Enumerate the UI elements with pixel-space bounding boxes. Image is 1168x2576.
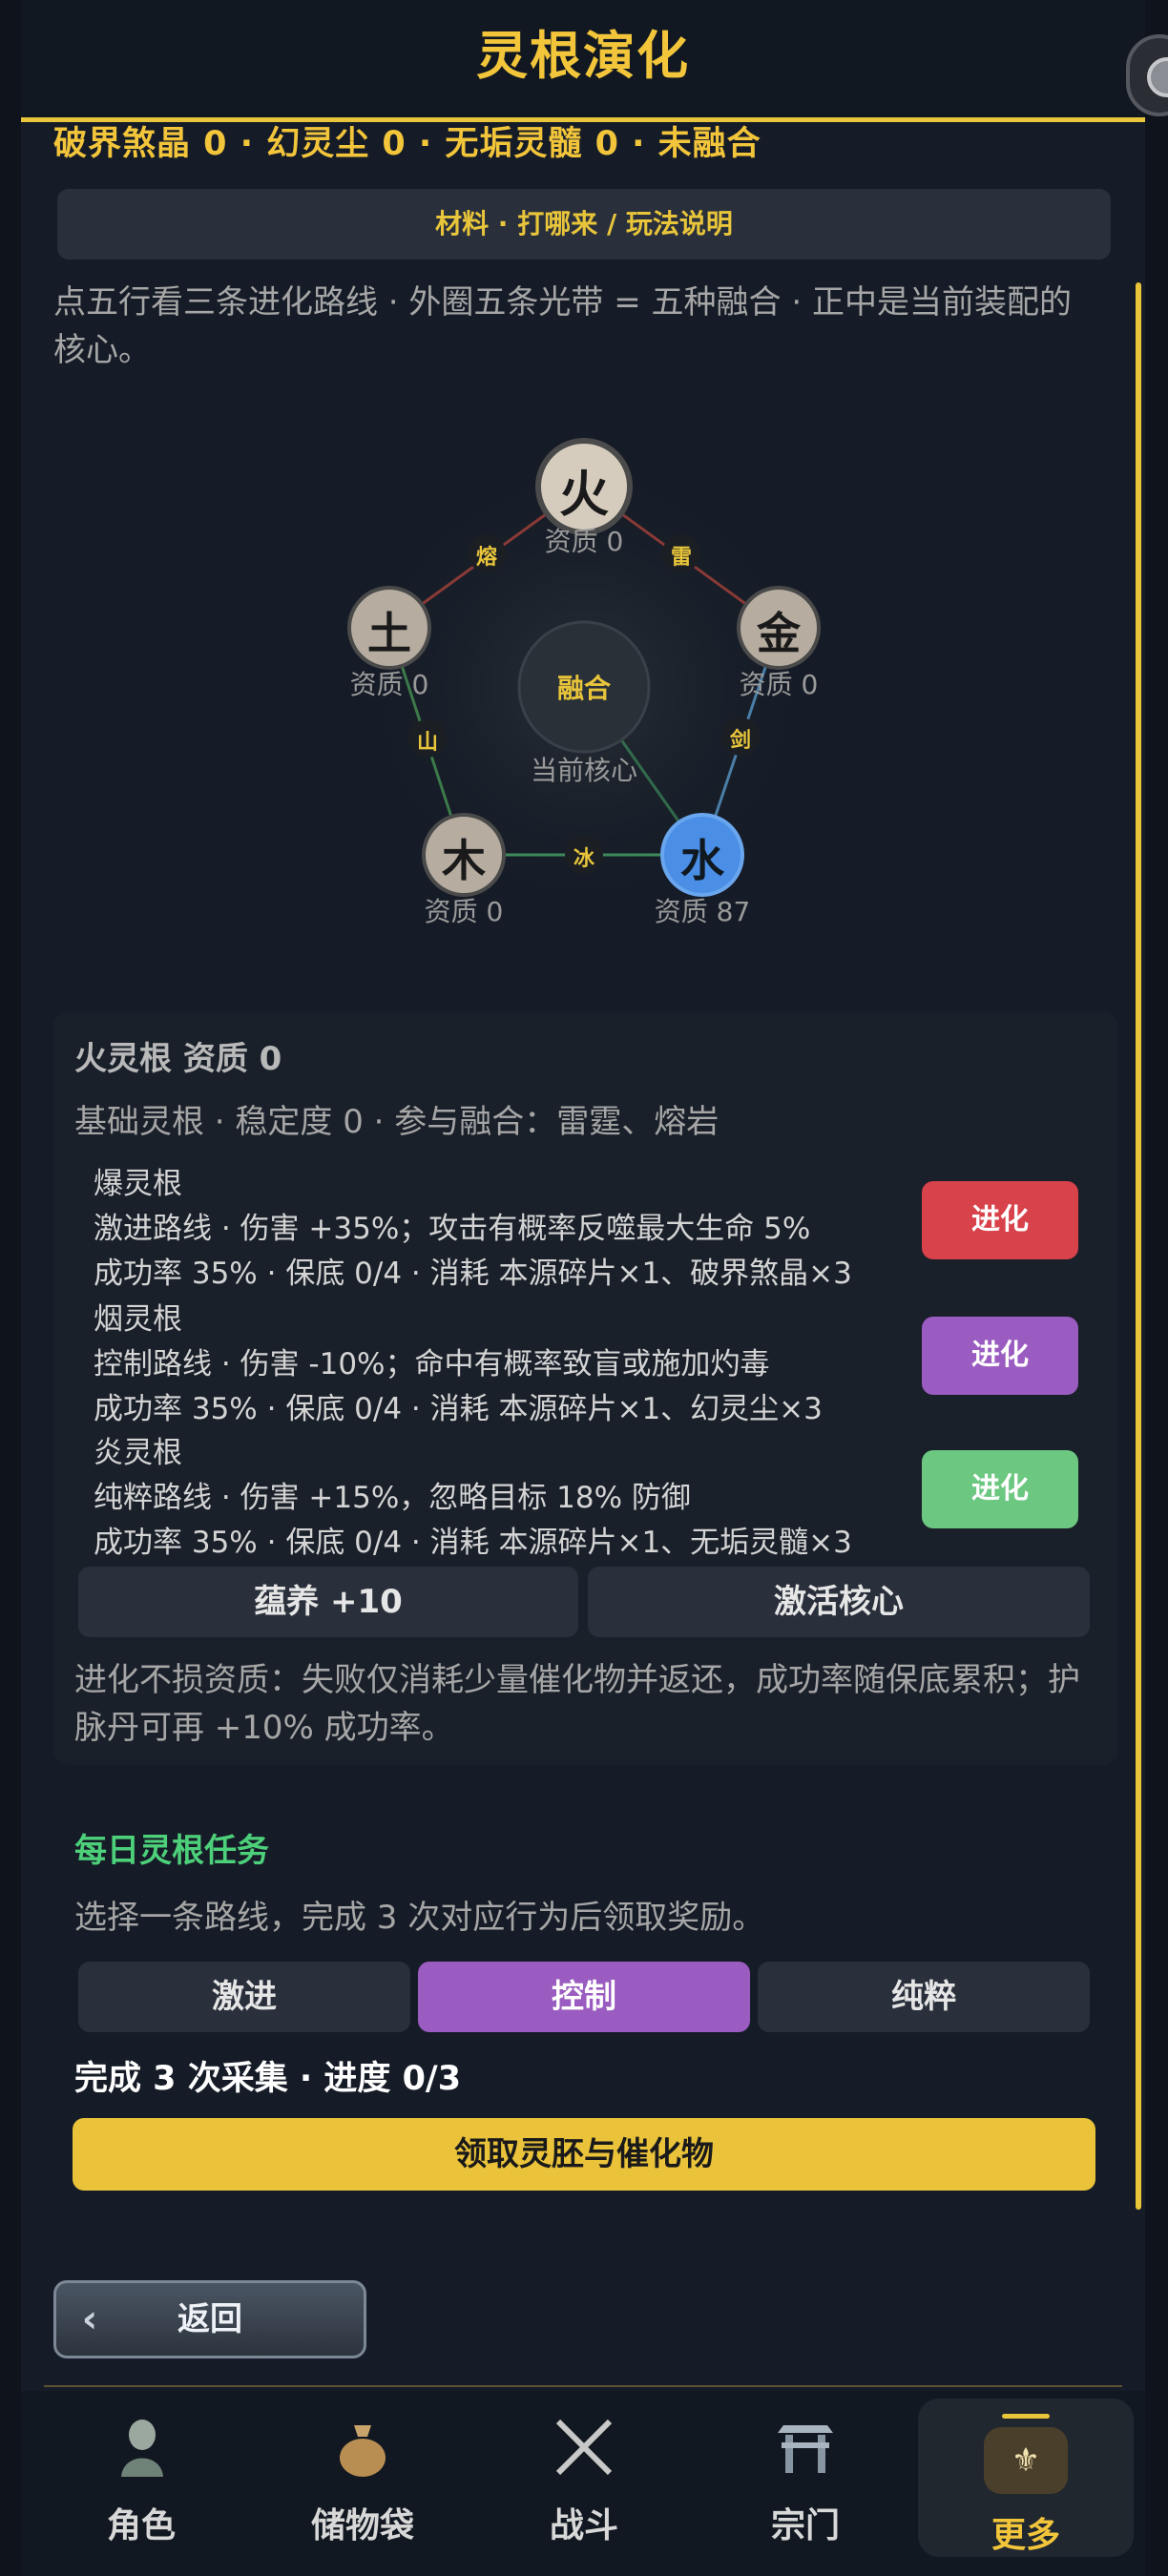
fusion-label[interactable]: 融合: [527, 668, 641, 706]
nav-item-battle[interactable]: 战斗: [489, 2414, 679, 2566]
evolution-name: 烟灵根: [94, 1302, 182, 1337]
page-title: 灵根演化: [476, 26, 690, 86]
evolution-desc: 控制路线 · 伤害 -10%；命中有概率致盲或施加灼毒: [94, 1347, 770, 1381]
nav-label-character: 角色: [106, 2506, 176, 2545]
sect-gate-icon: [778, 2425, 833, 2473]
nav-label-bag: 储物袋: [310, 2506, 414, 2545]
back-button[interactable]: ‹ 返回: [53, 2280, 366, 2358]
wood-caption: 资质 0: [424, 896, 504, 927]
five-elements-pentagon: 火 金 水 木 土 资质 0 资质 0 资质 87 资质 0 资质 0 融合 当…: [315, 410, 849, 954]
evolution-name: 炎灵根: [94, 1436, 182, 1470]
evolve-button-flame[interactable]: 进化: [922, 1450, 1078, 1528]
materials-info-button[interactable]: 材料 · 打哪来 / 玩法说明: [57, 189, 1111, 260]
evolution-desc: 激进路线 · 伤害 +35%；攻击有概率反噬最大生命 5%: [94, 1212, 811, 1246]
water-glyph[interactable]: 水: [655, 826, 750, 889]
evolve-button-burst[interactable]: 进化: [922, 1181, 1078, 1259]
evolution-name: 爆灵根: [94, 1167, 182, 1201]
card-title: 火灵根 资质 0: [74, 1040, 282, 1078]
link-ice: 冰: [573, 847, 594, 871]
fire-glyph[interactable]: 火: [536, 454, 632, 526]
fire-caption: 资质 0: [544, 526, 624, 557]
swords-icon: [555, 2419, 613, 2476]
link-thunder: 雷: [670, 546, 692, 570]
pentagon-description: 点五行看三条进化路线 · 外圈五条光带 = 五种融合 · 正中是当前装配的核心。: [53, 283, 1072, 369]
daily-task-title: 每日灵根任务: [74, 1832, 269, 1870]
wood-glyph[interactable]: 木: [416, 826, 511, 889]
route-pure-button[interactable]: 纯粹: [758, 1962, 1090, 2032]
earth-caption: 资质 0: [349, 669, 429, 700]
nav-item-bag[interactable]: 储物袋: [267, 2414, 458, 2566]
link-sword: 剑: [729, 729, 751, 753]
route-control-button[interactable]: 控制: [418, 1962, 750, 2032]
fusion-caption: 当前核心: [530, 755, 637, 786]
nav-item-more[interactable]: ⚜ 更多: [918, 2399, 1134, 2557]
nav-item-character[interactable]: 角色: [46, 2414, 237, 2566]
top-header: 灵根演化: [21, 0, 1145, 122]
evolution-note: 进化不损资质：失败仅消耗少量催化物并返还，成功率随保底累积；护脉丹可再 +10%…: [74, 1661, 1080, 1747]
evolution-item: 炎灵根 纯粹路线 · 伤害 +15%，忽略目标 18% 防御 成功率 35% ·…: [94, 1431, 914, 1566]
back-label: 返回: [177, 2300, 242, 2338]
metal-glyph[interactable]: 金: [731, 599, 826, 662]
activate-core-button[interactable]: 激活核心: [588, 1567, 1090, 1637]
route-aggressive-button[interactable]: 激进: [78, 1962, 410, 2032]
nav-label-battle: 战斗: [549, 2506, 618, 2545]
materials-summary: 破界煞晶 0 · 幻灵尘 0 · 无垢灵髓 0 · 未融合: [53, 125, 761, 163]
earth-glyph[interactable]: 土: [342, 599, 437, 662]
evolution-desc: 纯粹路线 · 伤害 +15%，忽略目标 18% 防御: [94, 1481, 691, 1515]
divider: [44, 2385, 1122, 2387]
daily-progress: 完成 3 次采集 · 进度 0/3: [74, 2060, 462, 2098]
link-mountain: 山: [416, 731, 438, 755]
bag-icon: [340, 2425, 386, 2477]
metal-caption: 资质 0: [739, 669, 819, 700]
back-arrow-icon: ‹: [81, 2297, 98, 2341]
nav-label-sect: 宗门: [770, 2506, 840, 2545]
evolution-item: 烟灵根 控制路线 · 伤害 -10%；命中有概率致盲或施加灼毒 成功率 35% …: [94, 1298, 914, 1432]
evolution-item: 爆灵根 激进路线 · 伤害 +35%；攻击有概率反噬最大生命 5% 成功率 35…: [94, 1162, 914, 1297]
evolve-button-smoke[interactable]: 进化: [922, 1317, 1078, 1395]
scrollbar[interactable]: [1136, 282, 1141, 2210]
link-lava: 熔: [475, 546, 497, 570]
orb-icon: [1147, 57, 1168, 97]
claim-reward-button[interactable]: 领取灵胚与催化物: [73, 2118, 1095, 2191]
card-subtitle: 基础灵根 · 稳定度 0 · 参与融合：雷霆、熔岩: [74, 1103, 720, 1141]
nav-item-sect[interactable]: 宗门: [710, 2414, 901, 2566]
more-icon: ⚜: [984, 2427, 1068, 2494]
character-icon: [121, 2420, 163, 2477]
active-indicator: [1002, 2414, 1050, 2419]
daily-task-subtitle: 选择一条路线，完成 3 次对应行为后领取奖励。: [74, 1899, 765, 1937]
nav-label-more: 更多: [991, 2516, 1060, 2555]
evolution-cost: 成功率 35% · 保底 0/4 · 消耗 本源碎片×1、破界煞晶×3: [94, 1257, 852, 1291]
nurture-button[interactable]: 蕴养 +10: [78, 1567, 578, 1637]
water-caption: 资质 87: [654, 896, 751, 927]
evolution-cost: 成功率 35% · 保底 0/4 · 消耗 本源碎片×1、幻灵尘×3: [94, 1392, 823, 1426]
evolution-cost: 成功率 35% · 保底 0/4 · 消耗 本源碎片×1、无垢灵髓×3: [94, 1526, 852, 1560]
